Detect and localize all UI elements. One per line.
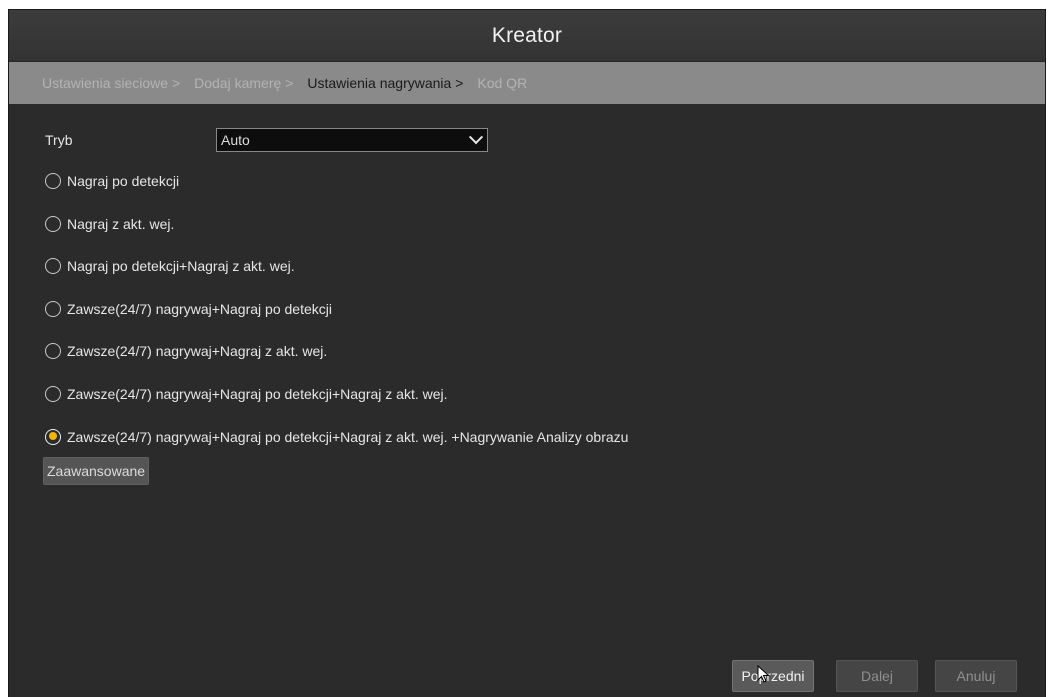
radio-button[interactable] — [45, 343, 61, 360]
step-qr-code: Kod QR — [477, 75, 528, 91]
radio-button[interactable] — [45, 385, 61, 402]
radio-option-label: Zawsze(24/7) nagrywaj+Nagraj z akt. wej. — [67, 343, 328, 360]
mode-select-value: Auto — [221, 132, 250, 148]
mode-row: Tryb Auto — [45, 128, 488, 152]
next-button[interactable]: Dalej — [836, 660, 918, 692]
radio-option-always-motion[interactable]: Zawsze(24/7) nagrywaj+Nagraj po detekcji — [45, 298, 628, 320]
advanced-button[interactable]: Zaawansowane — [43, 457, 150, 485]
content-area: Tryb Auto Nagraj po detekcji Nagraj z ak… — [9, 104, 1045, 697]
radio-option-always-alarm[interactable]: Zawsze(24/7) nagrywaj+Nagraj z akt. wej. — [45, 340, 628, 362]
record-mode-options: Nagraj po detekcji Nagraj z akt. wej. Na… — [45, 170, 628, 468]
mode-select[interactable]: Auto — [216, 128, 488, 152]
wizard-steps: Ustawienia sieciowe > Dodaj kamerę > Ust… — [9, 62, 1045, 104]
step-recording-settings: Ustawienia nagrywania > — [307, 75, 464, 91]
radio-option-motion[interactable]: Nagraj po detekcji — [45, 170, 628, 192]
cancel-button[interactable]: Anuluj — [935, 660, 1017, 692]
title-bar: Kreator — [9, 10, 1045, 62]
chevron-down-icon — [468, 130, 484, 145]
radio-option-alarm-input[interactable]: Nagraj z akt. wej. — [45, 213, 628, 235]
radio-option-label: Nagraj po detekcji — [67, 173, 180, 189]
radio-button[interactable] — [45, 215, 61, 232]
radio-button[interactable] — [45, 300, 61, 317]
step-network-settings: Ustawienia sieciowe > — [42, 75, 181, 91]
radio-option-label: Nagraj po detekcji+Nagraj z akt. wej. — [67, 258, 295, 275]
mode-label: Tryb — [45, 132, 73, 148]
radio-button[interactable] — [45, 258, 61, 275]
radio-option-label: Zawsze(24/7) nagrywaj+Nagraj po detekcji — [67, 300, 332, 317]
mouse-cursor-icon — [757, 665, 770, 683]
window-title: Kreator — [491, 23, 563, 47]
previous-button[interactable]: Poprzedni — [732, 660, 814, 692]
radio-option-always-motion-alarm-analytics[interactable]: Zawsze(24/7) nagrywaj+Nagraj po detekcji… — [45, 426, 628, 448]
wizard-window: Kreator Ustawienia sieciowe > Dodaj kame… — [9, 10, 1045, 697]
radio-option-label: Nagraj z akt. wej. — [67, 215, 175, 232]
radio-button[interactable] — [45, 173, 61, 189]
radio-button-selected[interactable] — [45, 428, 61, 445]
radio-option-always-motion-alarm[interactable]: Zawsze(24/7) nagrywaj+Nagraj po detekcji… — [45, 383, 628, 405]
radio-option-label: Zawsze(24/7) nagrywaj+Nagraj po detekcji… — [67, 385, 448, 402]
step-add-camera: Dodaj kamerę > — [194, 75, 294, 91]
radio-option-motion-alarm[interactable]: Nagraj po detekcji+Nagraj z akt. wej. — [45, 255, 628, 277]
radio-option-label: Zawsze(24/7) nagrywaj+Nagraj po detekcji… — [67, 428, 629, 445]
